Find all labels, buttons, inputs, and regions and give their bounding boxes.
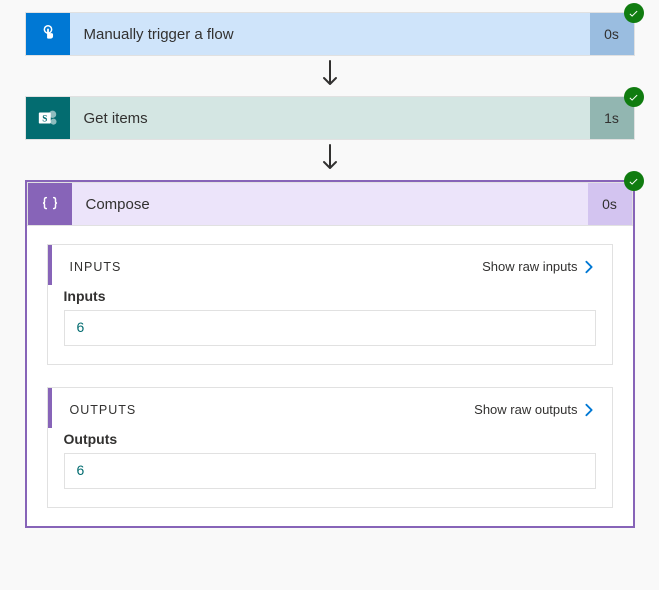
flow-arrow-icon	[12, 142, 647, 176]
flow-step-getitems[interactable]: S Get items 1s	[25, 96, 635, 140]
show-raw-inputs-label: Show raw inputs	[482, 259, 577, 274]
inputs-panel: INPUTS Show raw inputs Inputs 6	[47, 244, 613, 365]
inputs-value: 6	[64, 310, 596, 346]
compose-header[interactable]: Compose 0s	[27, 182, 633, 226]
outputs-header-title: OUTPUTS	[70, 403, 137, 417]
step-title: Get items	[70, 97, 590, 139]
outputs-sublabel: Outputs	[64, 431, 596, 447]
compose-braces-icon	[28, 183, 72, 225]
chevron-right-icon	[582, 260, 596, 274]
success-check-icon	[624, 87, 644, 107]
success-check-icon	[624, 3, 644, 23]
outputs-value: 6	[64, 453, 596, 489]
sharepoint-icon: S	[26, 97, 70, 139]
inputs-sublabel: Inputs	[64, 288, 596, 304]
show-raw-inputs-button[interactable]: Show raw inputs	[482, 259, 595, 274]
touch-icon	[26, 13, 70, 55]
flow-step-compose: Compose 0s INPUTS Show raw inputs Inputs…	[25, 180, 635, 528]
inputs-header-title: INPUTS	[70, 260, 122, 274]
step-duration: 0s	[588, 183, 632, 225]
flow-step-trigger[interactable]: Manually trigger a flow 0s	[25, 12, 635, 56]
step-title: Compose	[72, 183, 588, 225]
chevron-right-icon	[582, 403, 596, 417]
show-raw-outputs-button[interactable]: Show raw outputs	[474, 402, 595, 417]
svg-text:S: S	[42, 114, 47, 124]
outputs-panel: OUTPUTS Show raw outputs Outputs 6	[47, 387, 613, 508]
show-raw-outputs-label: Show raw outputs	[474, 402, 577, 417]
success-check-icon	[624, 171, 644, 191]
flow-arrow-icon	[12, 58, 647, 92]
step-title: Manually trigger a flow	[70, 13, 590, 55]
